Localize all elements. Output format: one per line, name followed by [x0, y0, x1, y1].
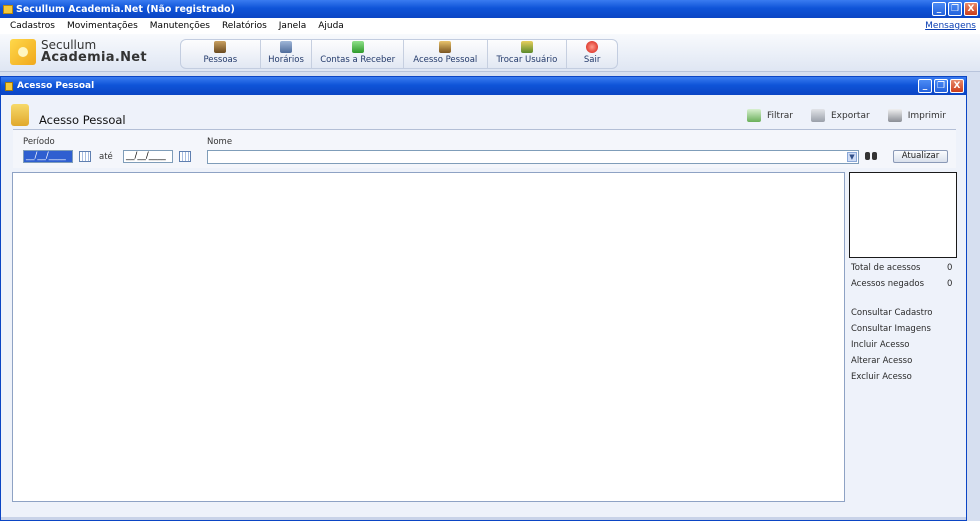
filter-panel: Período __/__/____ até __/__/____ Nome ▼…: [13, 129, 956, 168]
app-icon: [3, 4, 13, 14]
toolbar-contas-button[interactable]: Contas a Receber: [312, 40, 404, 68]
calendar-from-icon[interactable]: [79, 151, 91, 162]
toolbar-label: Acesso Pessoal: [413, 55, 478, 65]
logo: Secullum Academia.Net: [10, 39, 147, 65]
denied-access-label: Acessos negados: [851, 279, 925, 289]
link-alterar-acesso[interactable]: Alterar Acesso: [851, 356, 912, 366]
link-consultar-imagens[interactable]: Consultar Imagens: [851, 324, 931, 334]
name-label: Nome: [207, 137, 233, 147]
toolbar-label: Sair: [583, 55, 601, 65]
minimize-button[interactable]: _: [932, 2, 946, 16]
window-controls: _ ❐ X: [932, 2, 978, 16]
toolbar-strip: Pessoas Horários Contas a Receber Acesso…: [180, 39, 618, 69]
child-close-button[interactable]: X: [950, 79, 964, 93]
child-titlebar: Acesso Pessoal _ ❐ X: [1, 77, 966, 95]
period-label: Período: [23, 137, 55, 147]
close-button[interactable]: X: [964, 2, 978, 16]
toolbar-acesso-button[interactable]: Acesso Pessoal: [404, 40, 488, 68]
calendar-icon: [280, 41, 293, 53]
logo-line2: Academia.Net: [41, 50, 147, 65]
access-icon: [11, 104, 29, 126]
export-button[interactable]: Exportar: [811, 109, 870, 122]
add-money-icon: [351, 41, 364, 53]
acesso-pessoal-window: Acesso Pessoal _ ❐ X Acesso Pessoal Filt…: [0, 76, 967, 521]
date-to-input[interactable]: __/__/____: [123, 150, 173, 163]
toolbar-trocar-button[interactable]: Trocar Usuário: [488, 40, 568, 68]
action-bar: Filtrar Exportar Imprimir: [747, 109, 946, 122]
total-access-value: 0: [947, 263, 953, 273]
access-grid[interactable]: [12, 172, 845, 502]
toolbar-label: Contas a Receber: [320, 55, 396, 65]
menu-manutencoes[interactable]: Manutenções: [144, 21, 216, 31]
print-label: Imprimir: [907, 110, 946, 121]
filter-icon: [747, 109, 762, 122]
chevron-down-icon[interactable]: ▼: [847, 152, 857, 162]
page-title: Acesso Pessoal: [39, 113, 126, 127]
app-titlebar: Secullum Academia.Net (Não registrado) _…: [0, 0, 980, 18]
window-bottom-border: [1, 517, 966, 520]
menu-janela[interactable]: Janela: [273, 21, 312, 31]
filter-button[interactable]: Filtrar: [747, 109, 793, 122]
menu-bar: Cadastros Movimentações Manutenções Rela…: [0, 18, 980, 34]
child-window-controls: _ ❐ X: [918, 79, 964, 93]
main-toolbar: Secullum Academia.Net Pessoas Horários C…: [0, 34, 980, 72]
child-restore-button[interactable]: ❐: [934, 79, 948, 93]
menu-ajuda[interactable]: Ajuda: [312, 21, 350, 31]
page-header: Acesso Pessoal: [11, 103, 126, 127]
app-title: Secullum Academia.Net (Não registrado): [16, 3, 235, 15]
export-label: Exportar: [831, 110, 870, 121]
link-excluir-acesso[interactable]: Excluir Acesso: [851, 372, 912, 382]
menu-relatorios[interactable]: Relatórios: [216, 21, 273, 31]
total-access-label: Total de acessos: [851, 263, 921, 273]
binoculars-icon[interactable]: [865, 150, 877, 161]
people-icon: [214, 41, 227, 53]
until-label: até: [99, 152, 113, 162]
link-incluir-acesso[interactable]: Incluir Acesso: [851, 340, 910, 350]
toolbar-label: Trocar Usuário: [496, 55, 558, 65]
print-button[interactable]: Imprimir: [887, 109, 946, 122]
person-access-icon: [439, 41, 452, 53]
window-icon: [5, 81, 13, 91]
restore-button[interactable]: ❐: [948, 2, 962, 16]
toolbar-horarios-button[interactable]: Horários: [261, 40, 313, 68]
toolbar-label: Pessoas: [203, 55, 238, 65]
menu-movimentacoes[interactable]: Movimentações: [61, 21, 144, 31]
toolbar-label: Horários: [268, 55, 304, 65]
denied-access-value: 0: [947, 279, 953, 289]
filter-label: Filtrar: [767, 110, 793, 121]
menu-cadastros[interactable]: Cadastros: [4, 21, 61, 31]
messages-link[interactable]: Mensagens: [925, 21, 976, 31]
logo-icon: [10, 39, 36, 65]
child-title: Acesso Pessoal: [17, 81, 95, 91]
photo-preview: [849, 172, 957, 258]
printer-icon: [887, 109, 902, 122]
child-minimize-button[interactable]: _: [918, 79, 932, 93]
name-select[interactable]: ▼: [207, 150, 859, 164]
toolbar-pessoas-button[interactable]: Pessoas: [181, 40, 261, 68]
toolbar-sair-button[interactable]: Sair: [567, 40, 617, 68]
date-from-input[interactable]: __/__/____: [23, 150, 73, 163]
power-icon: [586, 41, 599, 53]
calendar-to-icon[interactable]: [179, 151, 191, 162]
export-icon: [811, 109, 825, 122]
link-consultar-cadastro[interactable]: Consultar Cadastro: [851, 308, 932, 318]
switch-user-icon: [520, 41, 533, 53]
update-button[interactable]: Atualizar: [893, 150, 948, 163]
